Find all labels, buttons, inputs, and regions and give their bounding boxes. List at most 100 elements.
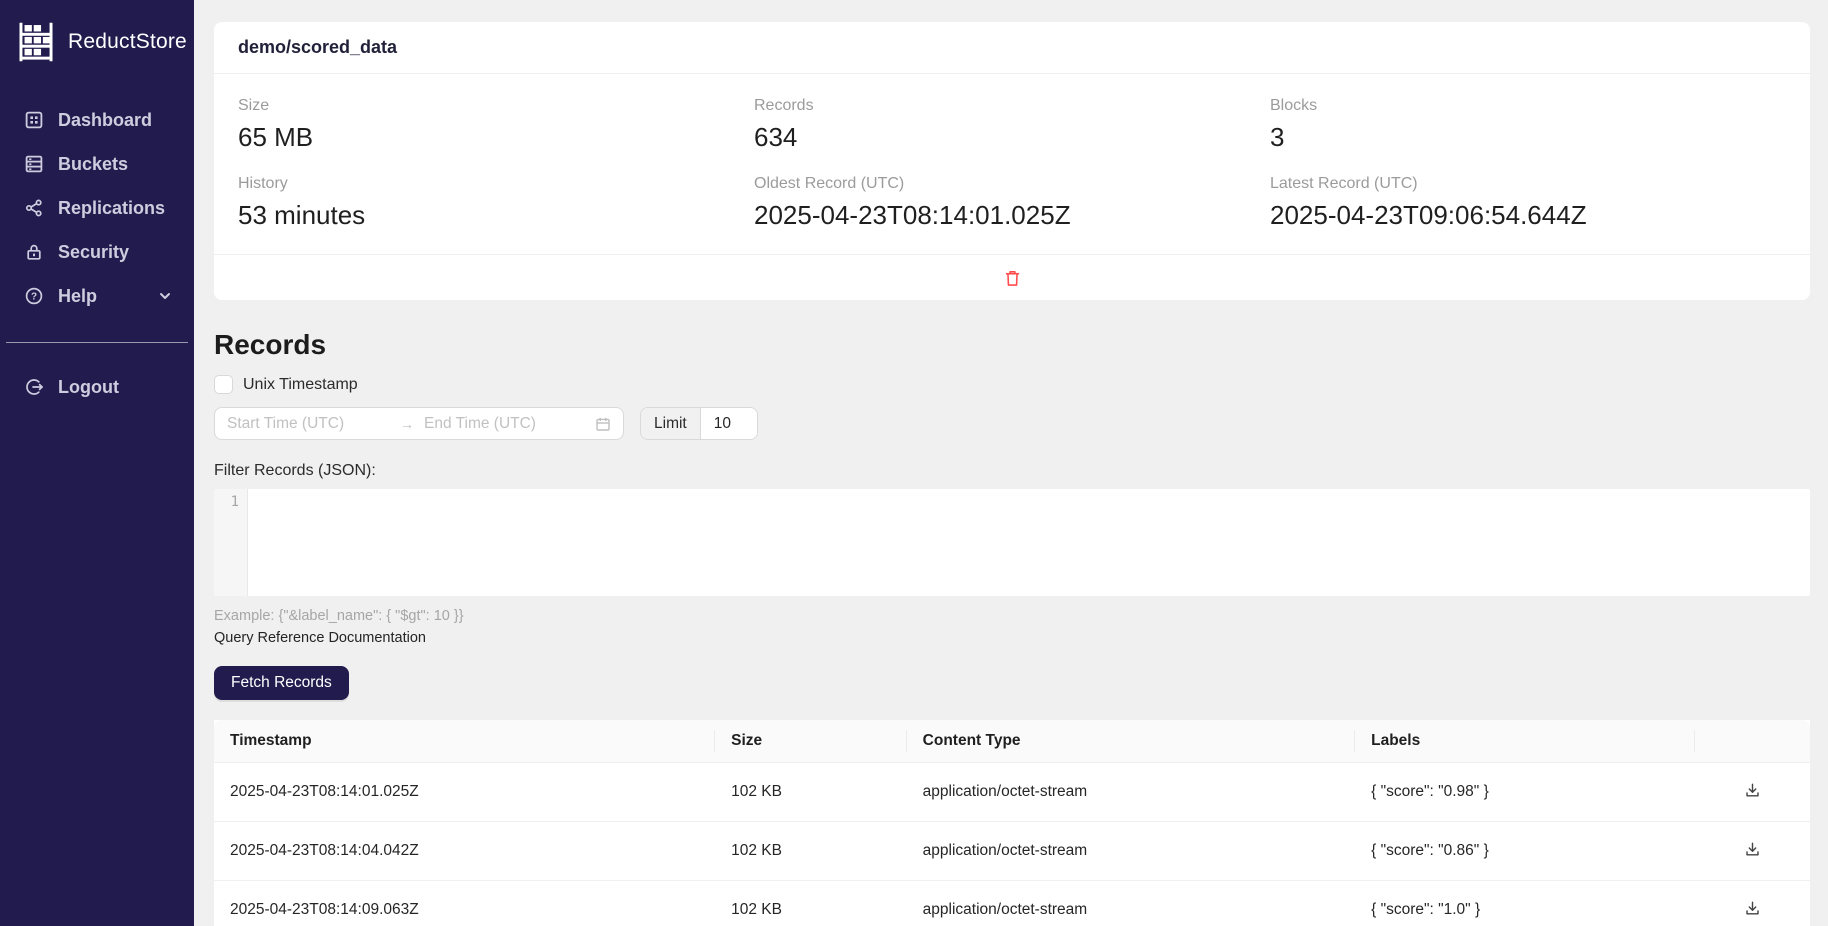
stat-label: History [238, 174, 754, 194]
download-record-button[interactable] [1742, 839, 1763, 860]
cell-labels: { "score": "1.0" } [1355, 881, 1695, 926]
stat-value: 3 [1270, 121, 1786, 154]
sidebar-item-buckets[interactable]: Buckets [0, 142, 194, 186]
col-labels: Labels [1355, 720, 1695, 763]
stat-value: 634 [754, 121, 1270, 154]
calendar-icon [595, 416, 611, 432]
cell-timestamp: 2025-04-23T08:14:09.063Z [214, 881, 715, 926]
logout-icon [24, 377, 44, 397]
unix-timestamp-option[interactable]: Unix Timestamp [214, 375, 358, 394]
sidebar-divider [6, 342, 188, 343]
stat-oldest-record: Oldest Record (UTC) 2025-04-23T08:14:01.… [754, 174, 1270, 232]
logo: ReductStore [0, 0, 194, 82]
svg-text:?: ? [31, 292, 37, 303]
stat-label: Size [238, 96, 754, 116]
editor-gutter: 1 [214, 489, 248, 596]
sidebar-item-label: Buckets [58, 154, 128, 175]
stat-records: Records 634 [754, 96, 1270, 154]
table-row: 2025-04-23T08:14:04.042Z102 KBapplicatio… [214, 822, 1810, 881]
col-content-type: Content Type [907, 720, 1355, 763]
main-content: demo/scored_data Size 65 MB Records 634 … [194, 0, 1828, 926]
stat-value: 65 MB [238, 121, 754, 154]
sidebar-item-label: Dashboard [58, 110, 152, 131]
filter-records-label: Filter Records (JSON): [214, 462, 1810, 480]
cell-actions [1695, 881, 1810, 926]
cell-size: 102 KB [715, 881, 907, 926]
query-reference-link[interactable]: Query Reference Documentation [214, 630, 426, 646]
sidebar-item-security[interactable]: Security [0, 230, 194, 274]
start-time-input[interactable] [227, 415, 398, 433]
cell-timestamp: 2025-04-23T08:14:04.042Z [214, 822, 715, 881]
cell-size: 102 KB [715, 763, 907, 822]
cell-timestamp: 2025-04-23T08:14:01.025Z [214, 763, 715, 822]
download-record-button[interactable] [1742, 898, 1763, 919]
sidebar-item-logout[interactable]: Logout [0, 365, 194, 409]
stat-size: Size 65 MB [238, 96, 754, 154]
filter-example-text: Example: {"&label_name": { "$gt": 10 }} [214, 608, 1810, 624]
sidebar-item-help[interactable]: ? Help [0, 274, 194, 318]
bucket-stats: Size 65 MB Records 634 Blocks 3 History … [238, 96, 1786, 232]
bucket-title: demo/scored_data [238, 37, 397, 57]
download-record-button[interactable] [1742, 780, 1763, 801]
sidebar: ReductStore Dashboard [0, 0, 194, 926]
download-icon [1744, 900, 1761, 917]
records-table: Timestamp Size Content Type Labels 2025-… [214, 720, 1810, 926]
delete-entry-button[interactable] [1004, 269, 1021, 287]
stat-label: Blocks [1270, 96, 1786, 116]
dashboard-icon [24, 110, 44, 130]
reductstore-logo-icon [14, 20, 58, 64]
replications-icon [24, 198, 44, 218]
table-row: 2025-04-23T08:14:09.063Z102 KBapplicatio… [214, 881, 1810, 926]
col-timestamp: Timestamp [214, 720, 715, 763]
limit-label: Limit [641, 408, 701, 439]
help-icon: ? [24, 286, 44, 306]
stat-latest-record: Latest Record (UTC) 2025-04-23T09:06:54.… [1270, 174, 1786, 232]
security-icon [24, 242, 44, 262]
end-time-input[interactable] [424, 415, 595, 433]
editor-content[interactable] [248, 489, 1810, 596]
editor-line-number: 1 [231, 494, 239, 510]
download-icon [1744, 841, 1761, 858]
cell-actions [1695, 763, 1810, 822]
records-table-body: 2025-04-23T08:14:01.025Z102 KBapplicatio… [214, 763, 1810, 926]
sidebar-item-label: Help [58, 286, 97, 307]
stat-value: 2025-04-23T08:14:01.025Z [754, 199, 1270, 232]
unix-timestamp-checkbox[interactable] [214, 375, 233, 394]
table-row: 2025-04-23T08:14:01.025Z102 KBapplicatio… [214, 763, 1810, 822]
table-header-row: Timestamp Size Content Type Labels [214, 720, 1810, 763]
unix-timestamp-label: Unix Timestamp [243, 376, 358, 394]
buckets-icon [24, 154, 44, 174]
sidebar-item-replications[interactable]: Replications [0, 186, 194, 230]
sidebar-item-dashboard[interactable]: Dashboard [0, 98, 194, 142]
records-heading: Records [214, 328, 1810, 362]
cell-content-type: application/octet-stream [907, 881, 1355, 926]
download-icon [1744, 782, 1761, 799]
logo-text: ReductStore [68, 30, 187, 54]
sidebar-item-label: Logout [58, 377, 119, 398]
cell-actions [1695, 822, 1810, 881]
sidebar-item-label: Replications [58, 198, 165, 219]
col-actions [1695, 720, 1810, 763]
range-arrow-icon: → [398, 416, 424, 432]
stat-label: Records [754, 96, 1270, 116]
col-size: Size [715, 720, 907, 763]
filter-json-editor[interactable]: 1 [214, 489, 1810, 596]
limit-input[interactable] [701, 408, 757, 439]
cell-content-type: application/octet-stream [907, 822, 1355, 881]
stat-label: Latest Record (UTC) [1270, 174, 1786, 194]
cell-size: 102 KB [715, 822, 907, 881]
cell-content-type: application/octet-stream [907, 763, 1355, 822]
cell-labels: { "score": "0.98" } [1355, 763, 1695, 822]
chevron-down-icon [158, 289, 172, 303]
cell-labels: { "score": "0.86" } [1355, 822, 1695, 881]
stat-history: History 53 minutes [238, 174, 754, 232]
sidebar-item-label: Security [58, 242, 129, 263]
sidebar-menu: Dashboard Buckets [0, 98, 194, 318]
fetch-records-button[interactable]: Fetch Records [214, 666, 349, 700]
stat-value: 53 minutes [238, 199, 754, 232]
stat-value: 2025-04-23T09:06:54.644Z [1270, 199, 1786, 232]
limit-input-group: Limit [640, 407, 758, 440]
stat-blocks: Blocks 3 [1270, 96, 1786, 154]
time-range-picker[interactable]: → [214, 407, 624, 440]
stat-label: Oldest Record (UTC) [754, 174, 1270, 194]
